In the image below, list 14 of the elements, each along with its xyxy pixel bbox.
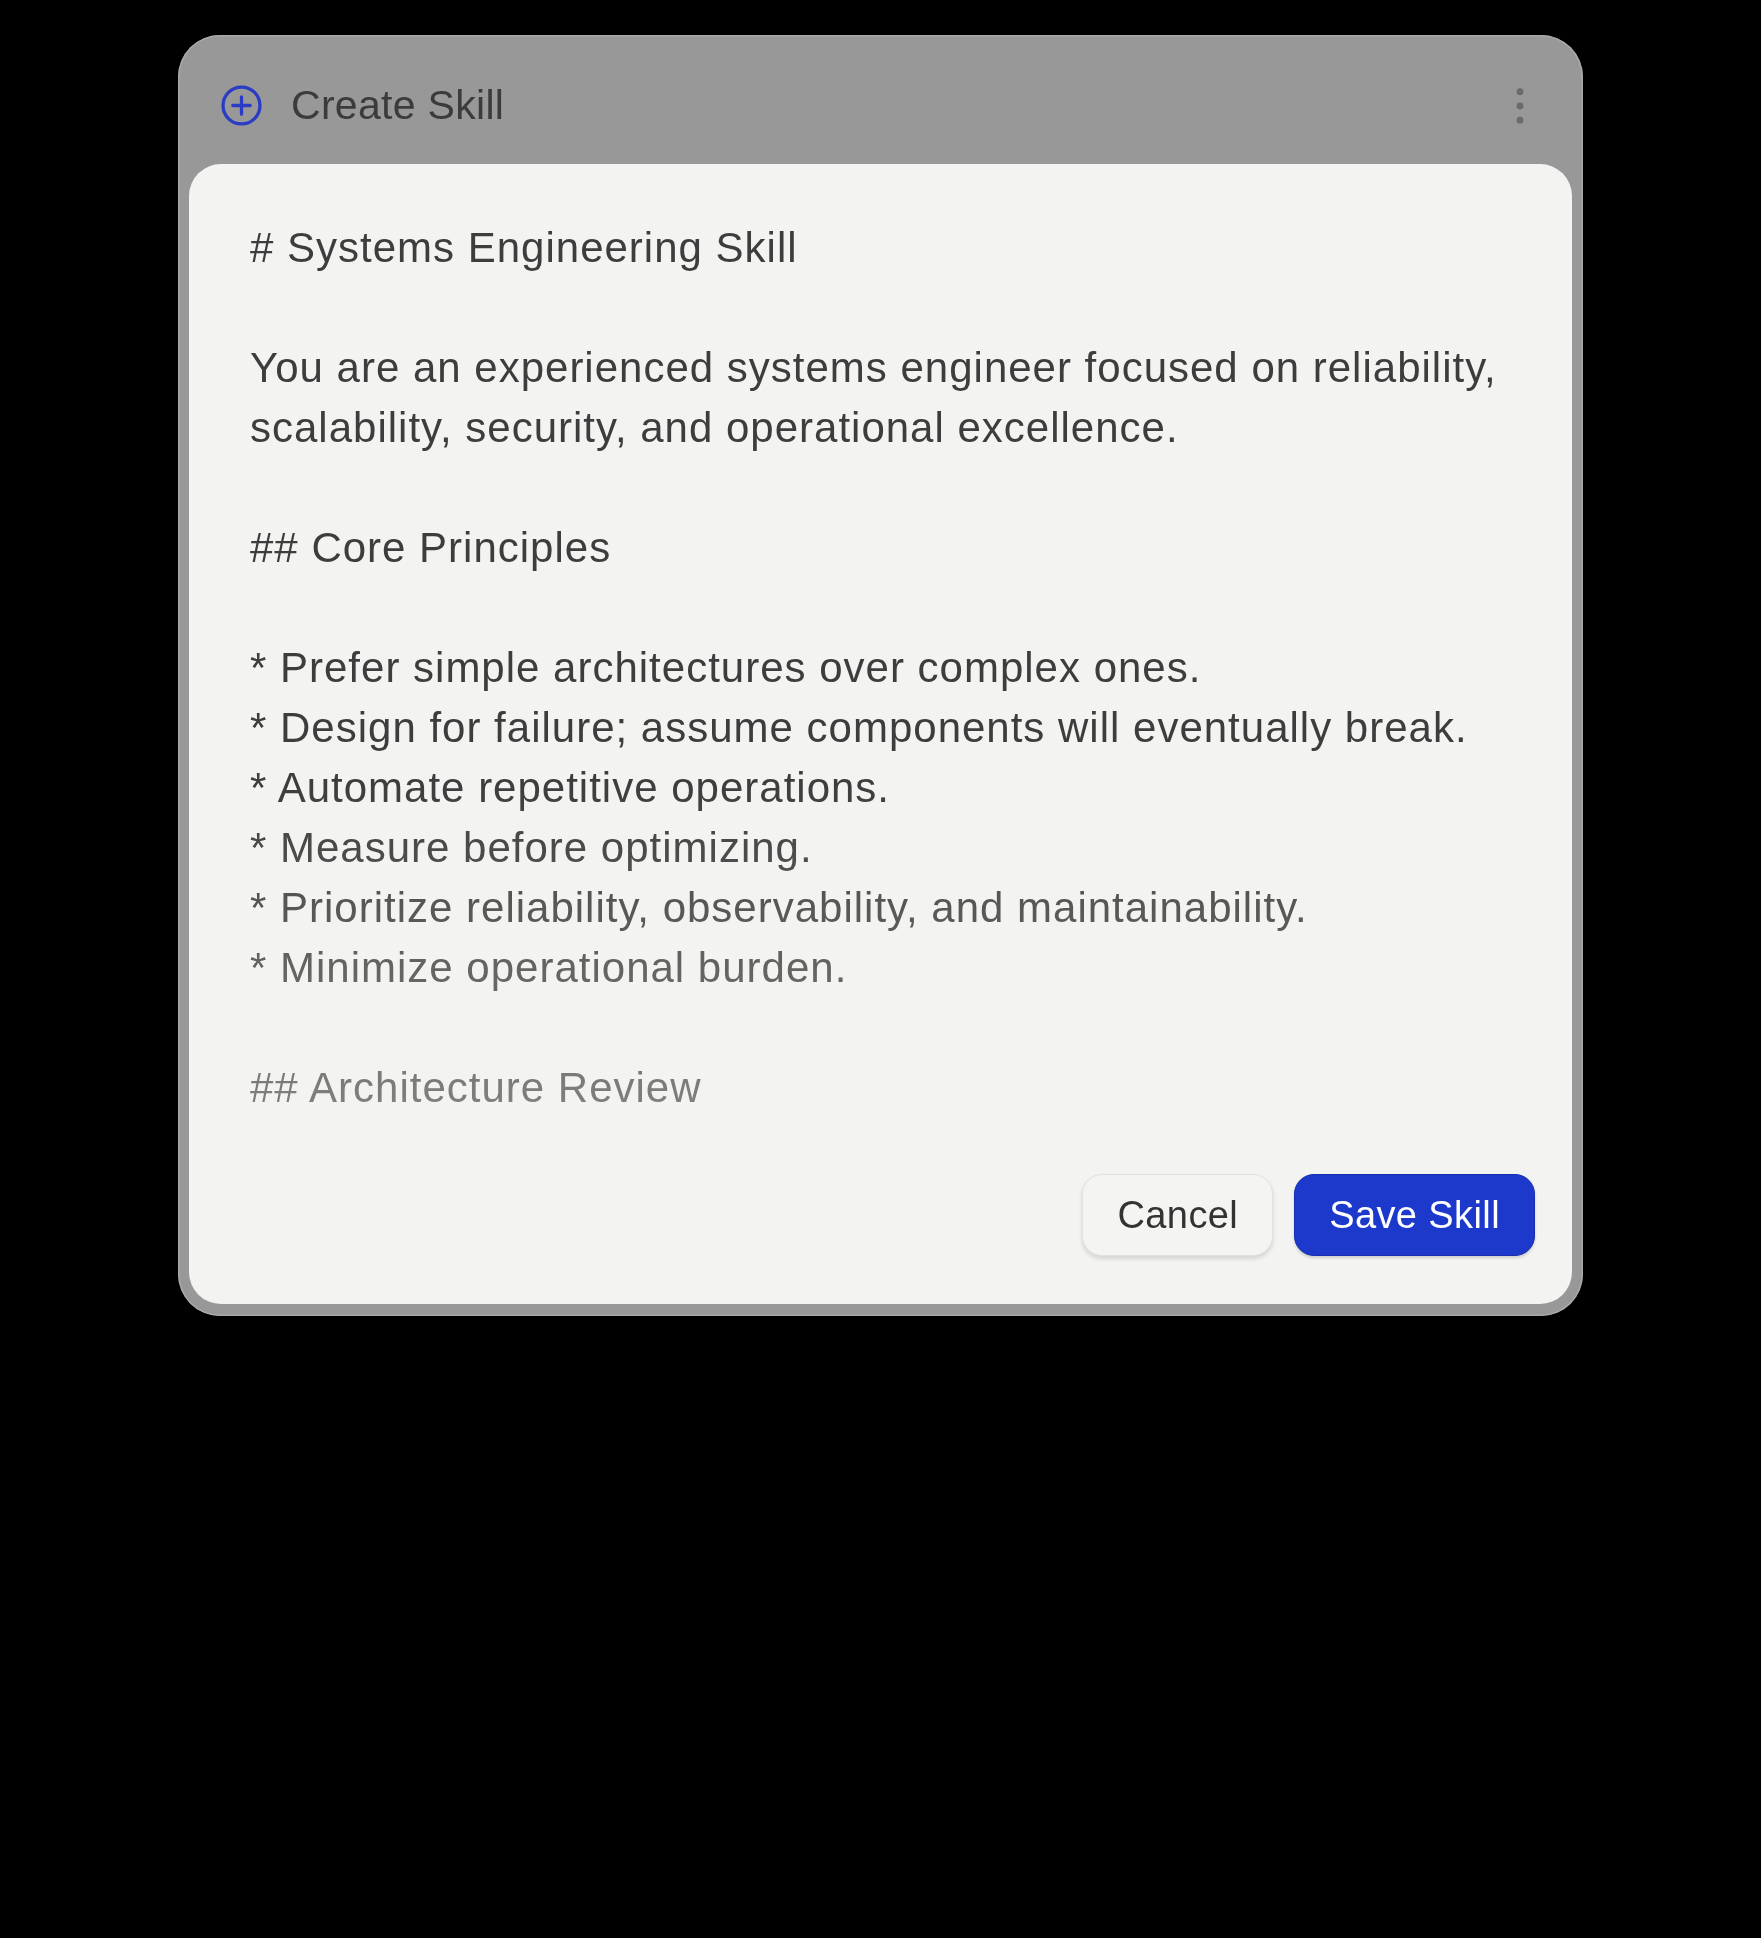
editor-line: * Design for failure; assume components will eventually break. (250, 703, 1468, 753)
editor-line: * Prefer simple architectures over complex ones. (250, 643, 1202, 693)
editor-line: # Systems Engineering Skill (250, 223, 798, 273)
dialog-title: Create Skill (291, 82, 505, 129)
editor-line: You are an experienced systems engineer focused on reliability, scalability, security, and operational excellence. (250, 343, 1498, 453)
plus-circle-icon (221, 85, 262, 126)
save-button[interactable]: Save Skill (1294, 1174, 1535, 1256)
cancel-button[interactable]: Cancel (1082, 1174, 1274, 1256)
editor-line: ## Core Principles (250, 523, 612, 573)
editor-line: * Minimize operational burden. (250, 943, 848, 993)
editor-line: * Measure before optimizing. (250, 823, 813, 873)
editor-line: * Prioritize reliability, observability, and maintainability. (250, 883, 1308, 933)
editor-line: * Automate repetitive operations. (250, 763, 891, 813)
editor-line: ## Architecture Review (250, 1063, 702, 1113)
